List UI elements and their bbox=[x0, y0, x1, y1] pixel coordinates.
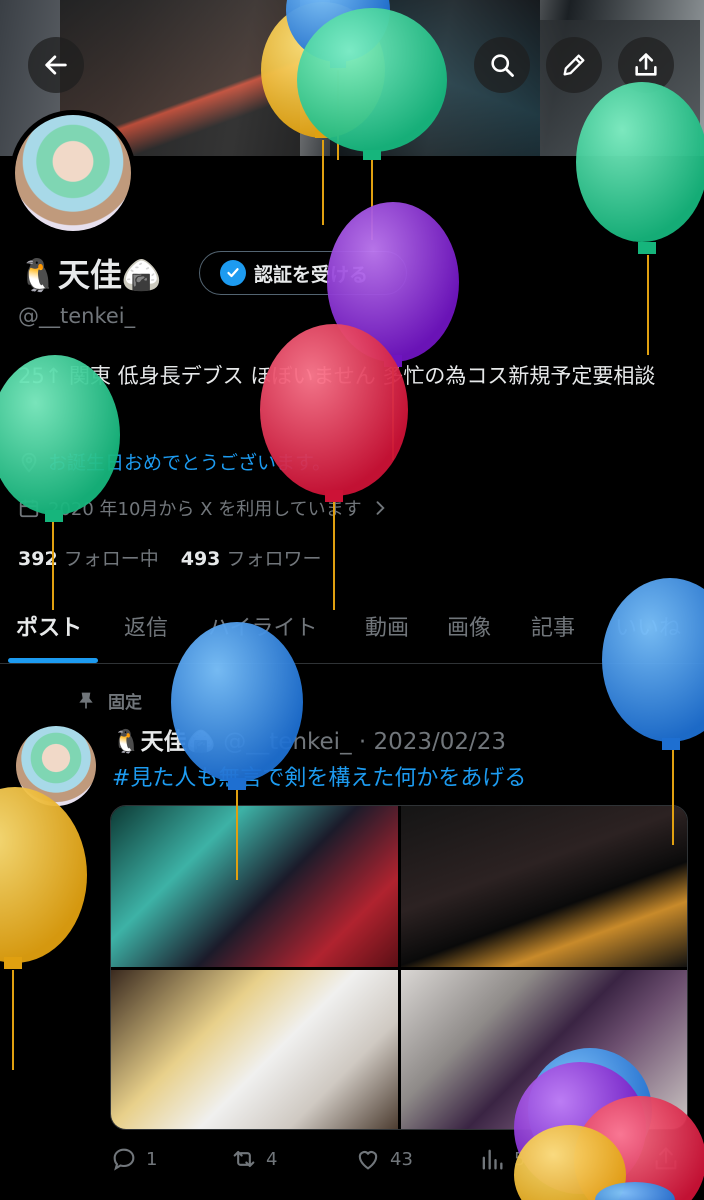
reply-button[interactable]: 1 bbox=[110, 1145, 157, 1173]
reply-icon bbox=[113, 1148, 135, 1171]
following-link[interactable]: 392 フォロー中 bbox=[18, 544, 159, 571]
post-image[interactable] bbox=[401, 970, 687, 1129]
back-button[interactable] bbox=[28, 37, 84, 93]
active-tab-indicator bbox=[8, 658, 98, 663]
tab-articles[interactable]: 記事 bbox=[531, 600, 575, 642]
following-label: フォロー中 bbox=[63, 548, 159, 570]
tab-images[interactable]: 画像 bbox=[447, 600, 491, 642]
avatar bbox=[15, 115, 131, 231]
post-author-name[interactable]: 🐧天佳🍙 bbox=[112, 722, 215, 756]
tab-likes[interactable]: いいね bbox=[615, 600, 681, 642]
pin-icon bbox=[79, 692, 93, 708]
tab-videos[interactable]: 動画 bbox=[365, 600, 409, 642]
repost-icon bbox=[233, 1150, 255, 1168]
followers-link[interactable]: 493 フォロワー bbox=[181, 544, 322, 571]
views-button[interactable]: 5 bbox=[478, 1145, 525, 1173]
pencil-icon bbox=[563, 54, 585, 76]
pinned-label: 固定 bbox=[108, 693, 142, 713]
repost-button[interactable]: 4 bbox=[230, 1145, 277, 1173]
repost-count: 4 bbox=[266, 1148, 278, 1170]
balloon-purple bbox=[327, 202, 459, 460]
balloon-green-left bbox=[0, 355, 120, 610]
chevron-right-icon bbox=[376, 501, 385, 515]
arrow-left-icon bbox=[45, 55, 67, 75]
post-author-avatar[interactable] bbox=[16, 726, 96, 806]
pinned-indicator: 固定 bbox=[76, 688, 142, 713]
get-verified-label: 認証を受ける bbox=[254, 263, 369, 286]
follow-stats: 392 フォロー中 493 フォロワー bbox=[18, 544, 321, 571]
joined-text: 2020 年10月から X を利用しています bbox=[48, 499, 362, 520]
share-icon bbox=[635, 53, 657, 76]
post-header: 🐧天佳🍙 @__tenkei_ · 2023/02/23 bbox=[112, 722, 506, 756]
views-chart-icon bbox=[482, 1149, 503, 1170]
profile-tabs: ポスト 返信 ハイライト 動画 画像 記事 いいね bbox=[0, 600, 704, 664]
like-count: 43 bbox=[390, 1148, 413, 1170]
post-text[interactable]: #見た人も無言で剣を構えた何かをあげる bbox=[112, 760, 526, 792]
balloon-yellow-left bbox=[0, 787, 87, 1070]
profile-avatar[interactable] bbox=[10, 110, 136, 236]
display-name-row: 🐧天佳🍙 bbox=[18, 250, 162, 296]
profile-handle: @__tenkei_ bbox=[18, 304, 136, 328]
tab-highlights[interactable]: ハイライト bbox=[208, 600, 318, 642]
following-count: 392 bbox=[18, 548, 58, 570]
heart-icon bbox=[358, 1151, 378, 1170]
tab-posts[interactable]: ポスト bbox=[16, 600, 82, 642]
display-name: 🐧天佳🍙 bbox=[18, 256, 162, 294]
tab-replies[interactable]: 返信 bbox=[124, 600, 168, 642]
post-share-button[interactable] bbox=[652, 1145, 680, 1173]
birthday-text: お誕生日おめでとうございます。 bbox=[48, 452, 332, 474]
location-pin-icon bbox=[21, 452, 37, 472]
search-icon bbox=[491, 54, 514, 77]
verified-badge-icon bbox=[220, 260, 246, 286]
edit-button[interactable] bbox=[546, 37, 602, 93]
search-button[interactable] bbox=[474, 37, 530, 93]
birthday-row: お誕生日おめでとうございます。 bbox=[18, 448, 331, 475]
get-verified-button[interactable]: 認証を受ける bbox=[199, 251, 407, 295]
post-author-meta: @__tenkei_ · 2023/02/23 bbox=[223, 729, 507, 755]
share-button[interactable] bbox=[618, 37, 674, 93]
calendar-icon bbox=[19, 499, 39, 518]
reply-count: 1 bbox=[146, 1148, 158, 1170]
post-image[interactable] bbox=[111, 970, 398, 1129]
followers-label: フォロワー bbox=[226, 548, 322, 570]
post-media-grid bbox=[110, 805, 688, 1130]
profile-bio: 25↑ 関東 低身長デブス ほぼいません 多忙の為コス新規予定要相談 bbox=[18, 364, 656, 388]
post-image[interactable] bbox=[401, 806, 687, 967]
followers-count: 493 bbox=[180, 548, 221, 570]
share-icon bbox=[655, 1147, 677, 1170]
post-image[interactable] bbox=[111, 806, 398, 967]
like-button[interactable]: 43 bbox=[354, 1145, 413, 1173]
post-actions: 1 4 43 5 bbox=[110, 1145, 690, 1181]
joined-row[interactable]: 2020 年10月から X を利用しています bbox=[18, 495, 390, 521]
views-count: 5 bbox=[514, 1148, 526, 1170]
